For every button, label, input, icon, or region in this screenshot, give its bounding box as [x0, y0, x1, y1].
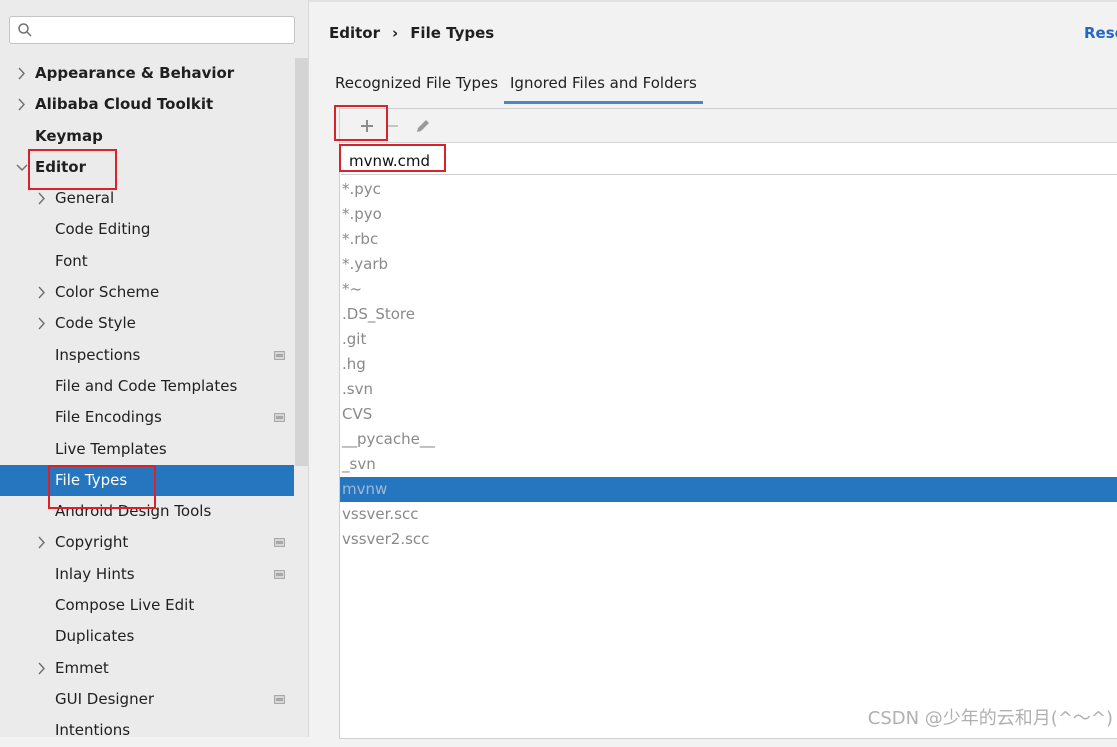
project-level-icon — [274, 569, 285, 579]
sidebar-item-label: General — [55, 189, 115, 208]
sidebar-item-label: Live Templates — [55, 439, 167, 458]
sidebar-item-label: Code Editing — [55, 220, 151, 239]
sidebar-item-label: Editor — [35, 157, 86, 176]
chevron-right-icon[interactable] — [35, 183, 49, 214]
chevron-down-icon[interactable] — [15, 152, 29, 183]
sidebar-item-label: Emmet — [55, 658, 109, 677]
sidebar-item-file-encodings[interactable]: File Encodings — [0, 402, 294, 433]
main-panel: Editor › File Types Rese Recognized File T… — [309, 0, 1117, 739]
pattern-row[interactable]: .DS_Store — [340, 302, 1117, 327]
sidebar-item-font[interactable]: Font — [0, 246, 294, 277]
sidebar-item-label: Inlay Hints — [55, 564, 135, 583]
sidebar-item-alibaba-cloud-toolkit[interactable]: Alibaba Cloud Toolkit — [0, 89, 294, 120]
list-toolbar — [340, 109, 1117, 143]
pattern-row[interactable]: *.rbc — [340, 227, 1117, 252]
remove-icon[interactable] — [384, 117, 402, 135]
ignored-files-panel: *.pyc*.pyo*.rbc*.yarb*~.DS_Store.git.hg.… — [339, 108, 1117, 739]
pattern-row[interactable]: .git — [340, 327, 1117, 352]
ignored-patterns-list: *.pyc *.pyo *.rbc *.yarb *~ .DS_Store .git .hg.… — [340, 177, 1117, 552]
settings-sidebar: Appearance & Behavior Alibaba Cloud Toolk… — [0, 0, 309, 739]
sidebar-item-label: Keymap — [35, 126, 103, 145]
sidebar-item-live-templates[interactable]: Live Templates — [0, 434, 294, 465]
sidebar-item-label: Android Design Tools — [55, 502, 212, 521]
sidebar-item-inlay-hints[interactable]: Inlay Hints — [0, 559, 294, 590]
sidebar-item-label: Appearance & Behavior — [35, 64, 235, 82]
sidebar-item-gui-designer[interactable]: GUI Designer — [0, 684, 294, 715]
chevron-right-icon[interactable] — [35, 277, 49, 308]
sidebar-item-file-types[interactable]: File Types — [0, 464, 294, 497]
pattern-row[interactable]: .svn — [340, 377, 1117, 402]
watermark: CSDN @少年的云和月(^～^) — [867, 708, 1113, 729]
sidebar-item-emmet[interactable]: Emmet — [0, 653, 294, 684]
pattern-row[interactable]: mvnw — [340, 477, 1117, 502]
sidebar-item-duplicates[interactable]: Duplicates — [0, 621, 294, 652]
edit-icon[interactable] — [414, 117, 432, 135]
sidebar-item-editor[interactable]: Editor — [0, 152, 294, 183]
pattern-row[interactable]: _svn — [340, 452, 1117, 477]
sidebar-item-label: Intentions — [55, 721, 131, 740]
pattern-row[interactable]: *.pyo — [340, 202, 1117, 227]
pattern-row[interactable]: *~ — [340, 277, 1117, 302]
tab-label: Recognized File Types — [335, 74, 499, 92]
sidebar-item-compose-live-edit[interactable]: Compose Live Edit — [0, 590, 294, 621]
tab-recognized-file-types[interactable]: Recognized File Types — [335, 64, 498, 104]
chevron-right-icon[interactable] — [35, 653, 49, 684]
sidebar-item-appearance-behavior[interactable]: Appearance & Behavior — [0, 58, 294, 89]
sidebar-item-label: GUI Designer — [55, 689, 154, 708]
pattern-row[interactable]: .hg — [340, 352, 1117, 377]
pattern-row[interactable]: vssver.scc — [340, 502, 1117, 527]
tab-ignored-files-and-folders[interactable]: Ignored Files and Folders — [504, 64, 703, 104]
sidebar-item-intentions[interactable]: Intentions — [0, 715, 294, 746]
sidebar-item-label: File Types — [55, 470, 128, 489]
breadcrumb-parent[interactable]: Editor — [329, 24, 380, 42]
sidebar-item-color-scheme[interactable]: Color Scheme — [0, 277, 294, 308]
sidebar-item-code-style[interactable]: Code Style — [0, 308, 294, 339]
chevron-right-icon[interactable] — [15, 89, 29, 120]
sidebar-item-code-editing[interactable]: Code Editing — [0, 214, 294, 245]
pattern-row[interactable]: *.yarb — [340, 252, 1117, 277]
reset-link[interactable]: Rese — [1084, 24, 1117, 42]
sidebar-item-label: Copyright — [55, 533, 129, 552]
sidebar-item-android-design-tools[interactable]: Android Design Tools — [0, 496, 294, 527]
settings-search[interactable] — [9, 16, 295, 44]
sidebar-item-label: Color Scheme — [55, 283, 160, 302]
sidebar-item-label: Duplicates — [55, 627, 135, 646]
pattern-edit-row — [341, 148, 1117, 175]
sidebar-item-inspections[interactable]: Inspections — [0, 340, 294, 371]
search-icon — [18, 23, 32, 37]
sidebar-item-label: File Encodings — [55, 408, 162, 427]
breadcrumb-separator: › — [392, 24, 399, 42]
project-level-icon — [274, 538, 285, 548]
add-icon[interactable] — [358, 117, 376, 135]
sidebar-item-label: Code Style — [55, 314, 136, 333]
breadcrumb: Editor › File Types — [329, 24, 494, 42]
sidebar-scrollbar[interactable] — [295, 58, 308, 466]
sidebar-item-label: Compose Live Edit — [55, 596, 195, 615]
chevron-right-icon[interactable] — [35, 308, 49, 339]
project-level-icon — [274, 413, 285, 423]
sidebar-item-label: Alibaba Cloud Toolkit — [35, 95, 214, 114]
pattern-row[interactable]: CVS — [340, 402, 1117, 427]
sidebar-item-label: Font — [55, 251, 88, 270]
sidebar-item-general[interactable]: General — [0, 183, 294, 214]
breadcrumb-current: File Types — [410, 24, 495, 42]
project-level-icon — [274, 694, 285, 704]
project-level-icon — [274, 350, 285, 360]
sidebar-item-label: File and Code Templates — [55, 376, 238, 395]
search-input[interactable] — [46, 20, 290, 42]
chevron-right-icon[interactable] — [35, 527, 49, 558]
tab-label: Ignored Files and Folders — [510, 74, 697, 92]
pattern-row[interactable]: vssver2.scc — [340, 527, 1117, 552]
pattern-row[interactable]: __pycache__ — [340, 427, 1117, 452]
sidebar-item-file-and-code-templates[interactable]: File and Code Templates — [0, 371, 294, 402]
chevron-right-icon[interactable] — [15, 58, 29, 89]
pattern-input[interactable] — [347, 149, 651, 173]
sidebar-item-label: Inspections — [55, 345, 141, 364]
settings-tree: Appearance & Behavior Alibaba Cloud Toolk… — [0, 58, 294, 747]
sidebar-item-copyright[interactable]: Copyright — [0, 527, 294, 558]
pattern-row[interactable]: *.pyc — [340, 177, 1117, 202]
sidebar-item-keymap[interactable]: Keymap — [0, 121, 294, 152]
